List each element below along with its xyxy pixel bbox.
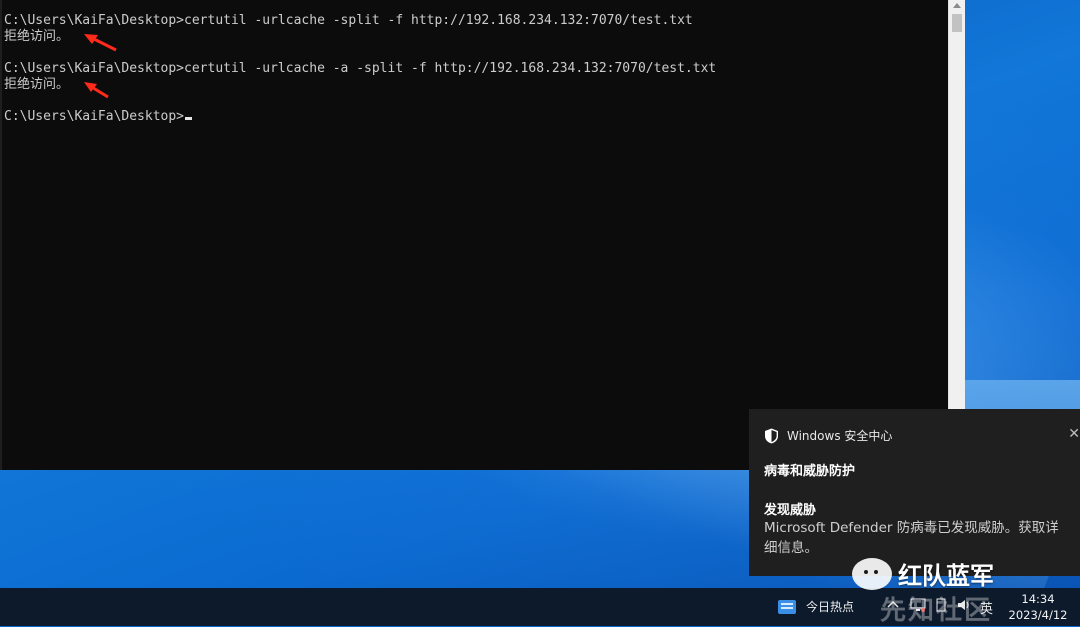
- red-arrow-icon: [84, 82, 109, 99]
- clock-date: 2023/4/12: [1008, 608, 1068, 622]
- notification-app-name: Windows 安全中心: [787, 429, 893, 443]
- close-icon[interactable]: ✕: [1068, 426, 1080, 442]
- red-arrow-icon: [84, 34, 117, 52]
- watermark-text: 红队蓝军: [898, 562, 994, 590]
- console-output-line: 拒绝访问。: [4, 77, 70, 92]
- clock-time: 14:34: [1021, 592, 1055, 606]
- scroll-thumb[interactable]: [952, 14, 962, 32]
- text-cursor: [185, 117, 193, 120]
- news-icon: [778, 599, 796, 614]
- console-scrollbar[interactable]: [948, 0, 965, 410]
- security-notification[interactable]: Windows 安全中心 ✕ 病毒和威胁防护 发现威胁 Microsoft De…: [749, 409, 1080, 576]
- notification-header: Windows 安全中心: [764, 427, 892, 444]
- watermark: 红队蓝军: [852, 556, 994, 591]
- console-prompt: C:\Users\KaiFa\Desktop>: [4, 109, 185, 124]
- console-output-line: 拒绝访问。: [4, 29, 70, 44]
- console-command-line: C:\Users\KaiFa\Desktop>certutil -urlcach…: [4, 61, 717, 76]
- watermark-faint-text: 先知社区: [880, 596, 993, 626]
- notification-body-line: 细信息。: [764, 540, 818, 556]
- notification-body: Microsoft Defender 防病毒已发现威胁。获取详 细信息。: [764, 518, 1080, 558]
- taskbar-clock[interactable]: 14:34 2023/4/12: [1006, 591, 1070, 623]
- news-widget[interactable]: 今日热点: [778, 598, 854, 615]
- wechat-logo-icon: [852, 557, 892, 590]
- news-label: 今日热点: [806, 600, 855, 614]
- scroll-up-arrow-icon[interactable]: [953, 3, 961, 8]
- command-prompt-window[interactable]: C:\Users\KaiFa\Desktop>certutil -urlcach…: [0, 0, 948, 470]
- notification-title: 发现威胁: [764, 503, 817, 518]
- notification-body-line: Microsoft Defender 防病毒已发现威胁。获取详: [764, 520, 1059, 536]
- shield-icon: [765, 428, 778, 443]
- notification-category: 病毒和威胁防护: [764, 464, 856, 479]
- console-prompt-line[interactable]: C:\Users\KaiFa\Desktop>: [4, 109, 193, 125]
- console-command-line: C:\Users\KaiFa\Desktop>certutil -urlcach…: [4, 13, 693, 28]
